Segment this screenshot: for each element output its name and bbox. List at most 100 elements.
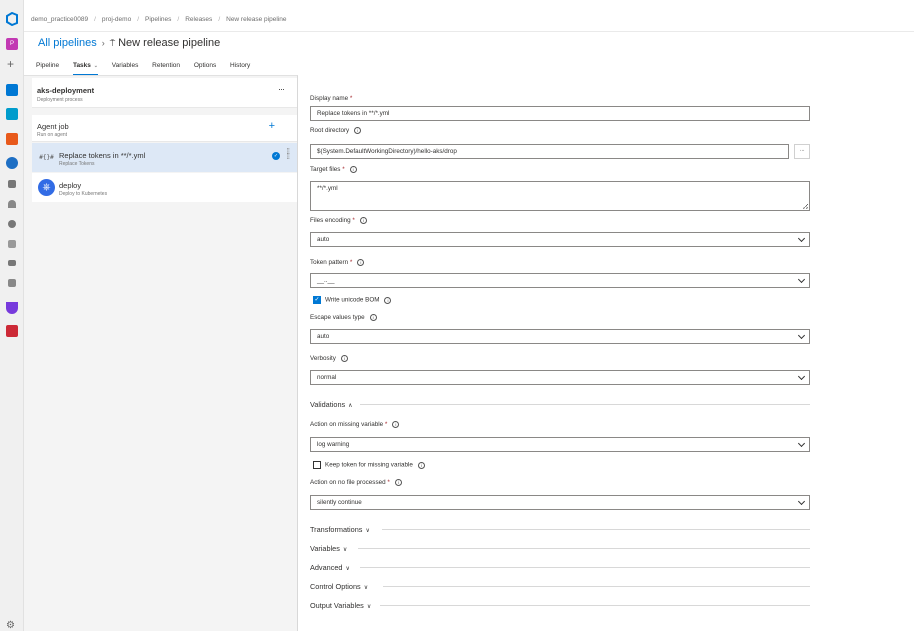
breadcrumb: demo_practice0089 / proj-demo / Pipelines / Re… — [31, 16, 286, 23]
label-text: Escape values type — [310, 314, 365, 322]
settings-gear-icon[interactable]: ⚙ — [6, 620, 15, 631]
drag-handle-icon[interactable]: ⁞⁞ ⁞⁞ — [287, 148, 291, 161]
info-icon[interactable]: i — [359, 217, 367, 224]
breadcrumb-project[interactable]: proj-demo — [102, 16, 131, 23]
releases-icon[interactable] — [8, 200, 16, 208]
artifacts-icon[interactable] — [6, 325, 18, 337]
display-name-input[interactable]: Replace tokens in **/*.yml — [310, 106, 810, 121]
tab-pipeline[interactable]: Pipeline — [36, 62, 59, 74]
section-variables[interactable]: Variables ∨ — [310, 544, 810, 553]
agent-job[interactable]: Agent job Run on agent + — [32, 115, 297, 142]
info-icon[interactable]: i — [354, 127, 362, 134]
required-marker: * — [349, 259, 353, 267]
browse-button[interactable]: ··· — [794, 144, 810, 159]
section-title: Transformations — [310, 525, 363, 534]
test-plans-icon[interactable] — [6, 302, 18, 314]
info-icon[interactable]: i — [417, 461, 425, 469]
label-text: Root directory — [310, 127, 350, 135]
action-no-file-label: Action on no file processed * i — [310, 479, 402, 486]
root-directory-input[interactable]: $(System.DefaultWorkingDirectory)/hello-… — [310, 144, 789, 159]
label-text: Action on missing variable — [310, 421, 384, 429]
section-title: Output Variables — [310, 601, 364, 610]
section-divider — [358, 548, 810, 549]
info-icon[interactable]: i — [392, 421, 400, 428]
required-marker: * — [352, 217, 355, 225]
task-item-deploy[interactable]: ⎈ deploy Deploy to Kubernetes — [32, 173, 297, 202]
info-icon[interactable]: i — [340, 355, 348, 362]
task-name: Replace tokens in **/*.yml — [59, 151, 146, 160]
task-name: deploy — [59, 181, 82, 190]
section-validations[interactable]: Validations ∧ — [310, 400, 810, 409]
section-advanced[interactable]: Advanced ∨ — [310, 563, 810, 572]
target-files-label: Target files * i — [310, 166, 357, 173]
pipeline-tabs: Pipeline Tasks ⌄ Variables Retention Opt… — [36, 62, 262, 76]
xaml-icon[interactable] — [8, 279, 16, 287]
chevron-down-icon: ∨ — [342, 547, 348, 553]
tab-retention[interactable]: Retention — [152, 62, 180, 74]
section-output-variables[interactable]: Output Variables ∨ — [310, 601, 810, 610]
task-list-panel: aks-deployment Deployment process ··· Ag… — [24, 75, 298, 631]
info-icon[interactable]: i — [349, 166, 357, 173]
action-missing-variable-select[interactable]: log warning — [310, 437, 810, 452]
keep-token-checkbox[interactable]: Keep token for missing variable i — [313, 461, 425, 469]
task-subtitle: Replace Tokens — [59, 161, 95, 167]
breadcrumb-separator: / — [177, 16, 180, 23]
info-icon[interactable]: i — [357, 259, 365, 266]
overview-icon[interactable] — [6, 84, 18, 96]
release-pipeline-icon: ⍑ — [109, 38, 116, 48]
chevron-down-icon: ∨ — [365, 528, 370, 534]
target-files-textarea[interactable]: **/*.yml — [310, 181, 810, 211]
more-options-icon[interactable]: ··· — [278, 84, 285, 94]
verbosity-select[interactable]: normal — [310, 370, 810, 385]
info-icon[interactable]: i — [394, 479, 402, 486]
project-avatar-icon[interactable]: P — [6, 38, 18, 50]
action-no-file-select[interactable]: silently continue — [310, 495, 810, 510]
boards-icon[interactable] — [6, 108, 18, 120]
stage-header[interactable]: aks-deployment Deployment process ··· — [32, 78, 297, 108]
add-icon[interactable]: + — [7, 58, 14, 70]
token-pattern-select[interactable]: __..__ — [310, 273, 810, 288]
files-encoding-label: Files encoding * i — [310, 217, 367, 224]
add-task-icon[interactable]: + — [269, 120, 275, 132]
top-bar: demo_practice0089 / proj-demo / Pipelines / Re… — [24, 0, 914, 32]
tab-tasks[interactable]: Tasks ⌄ — [72, 62, 98, 76]
files-encoding-select[interactable]: auto — [310, 232, 810, 247]
task-item-replace-tokens[interactable]: #{}# Replace tokens in **/*.yml Replace … — [32, 143, 297, 172]
tab-tasks-label: Tasks — [72, 62, 91, 69]
escape-values-type-select[interactable]: auto — [310, 329, 810, 344]
tab-history[interactable]: History — [230, 62, 250, 74]
all-pipelines-link[interactable]: All pipelines — [38, 37, 97, 49]
display-name-label: Display name * — [310, 95, 352, 102]
azure-devops-logo-icon[interactable] — [5, 12, 19, 26]
label-text: Token pattern — [310, 259, 349, 267]
repos-icon[interactable] — [6, 133, 18, 145]
breadcrumb-separator: / — [94, 16, 96, 23]
breadcrumb-pipelines[interactable]: Pipelines — [145, 16, 171, 23]
task-groups-icon[interactable] — [8, 240, 16, 248]
info-icon[interactable]: i — [369, 314, 377, 321]
label-text: Display name — [310, 95, 349, 102]
write-unicode-bom-checkbox[interactable]: ✓ Write unicode BOM i — [313, 296, 392, 304]
breadcrumb-organization[interactable]: demo_practice0089 — [31, 16, 88, 23]
section-divider — [383, 586, 810, 587]
tab-options[interactable]: Options — [194, 62, 216, 74]
breadcrumb-separator: / — [218, 16, 221, 23]
section-transformations[interactable]: Transformations ∨ — [310, 525, 810, 534]
chevron-down-icon: ∨ — [345, 566, 350, 572]
tab-variables[interactable]: Variables — [112, 62, 139, 74]
pipelines-icon[interactable] — [6, 157, 18, 169]
chevron-up-icon: ∧ — [348, 403, 353, 409]
info-icon[interactable]: i — [384, 296, 392, 304]
builds-icon[interactable] — [8, 180, 16, 188]
checkbox-unchecked-icon[interactable] — [313, 461, 321, 469]
breadcrumb-releases[interactable]: Releases — [185, 16, 212, 23]
escape-values-type-label: Escape values type i — [310, 314, 377, 321]
section-control-options[interactable]: Control Options ∨ — [310, 582, 810, 591]
library-icon[interactable] — [8, 220, 16, 228]
breadcrumb-current[interactable]: New release pipeline — [226, 16, 286, 23]
checkbox-checked-icon[interactable]: ✓ — [313, 296, 321, 304]
pipeline-name[interactable]: New release pipeline — [118, 37, 220, 49]
section-divider — [360, 404, 810, 405]
deployment-groups-icon[interactable] — [8, 260, 16, 266]
agent-job-subtitle: Run on agent — [37, 132, 68, 138]
